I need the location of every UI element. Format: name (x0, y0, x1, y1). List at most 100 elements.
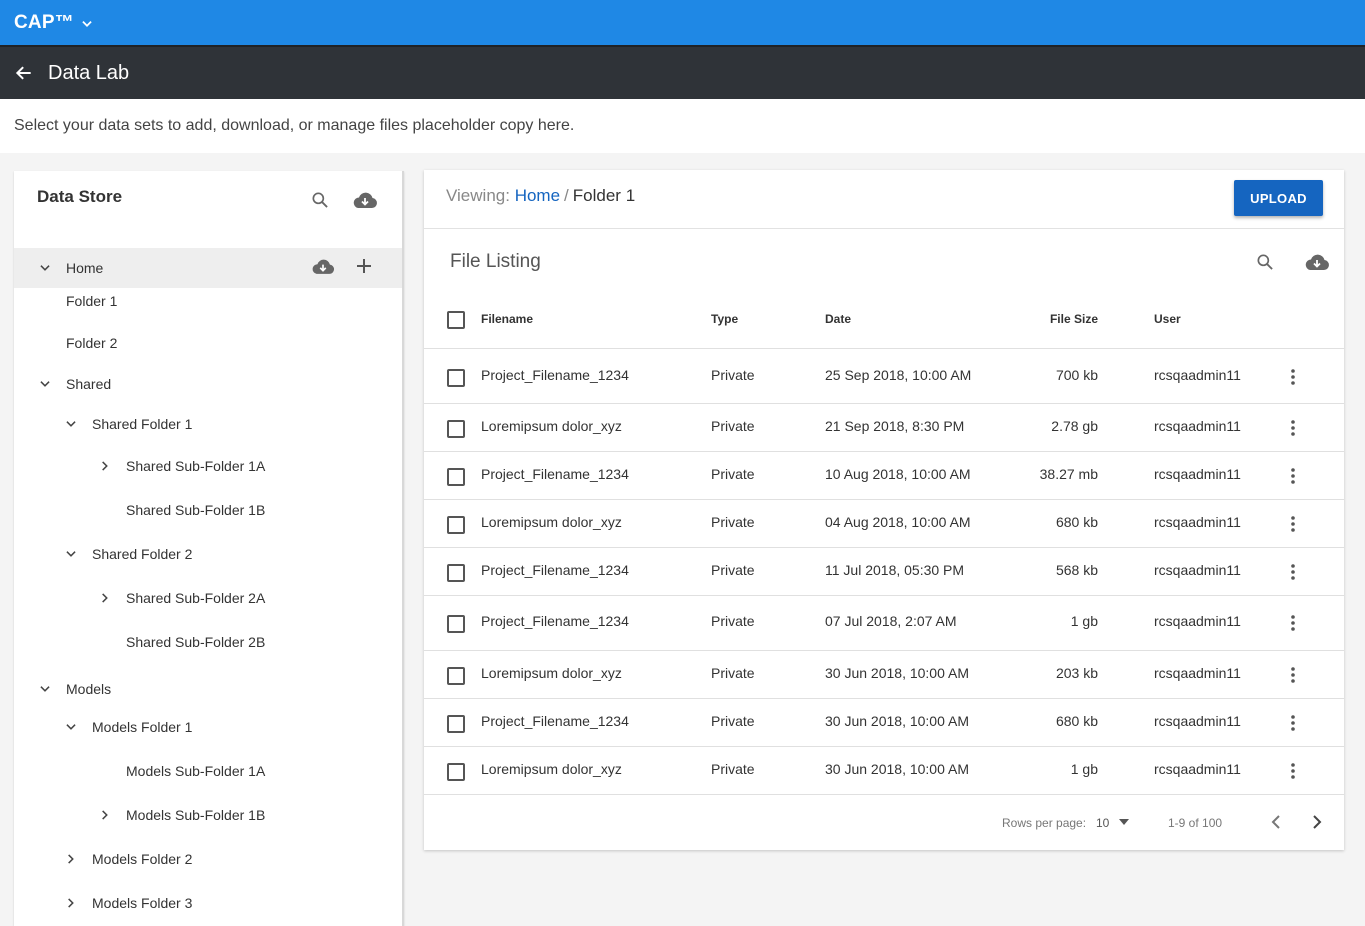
chevron-down-icon[interactable] (64, 720, 78, 734)
more-vert-icon[interactable] (1291, 763, 1295, 779)
tree-item-label: Models Sub-Folder 1A (126, 763, 266, 779)
rows-per-page-select[interactable]: 10 (1096, 816, 1109, 830)
more-vert-icon[interactable] (1291, 468, 1295, 484)
chevron-down-icon[interactable] (80, 17, 94, 31)
tree-item[interactable]: Models Folder 3 (14, 883, 402, 923)
cell-filename: Loremipsum dolor_xyz (481, 514, 622, 530)
tree-item[interactable]: Models Sub-Folder 1A (14, 751, 402, 791)
chevron-right-icon[interactable] (1310, 814, 1324, 830)
cell-file-size: 1 gb (1070, 613, 1098, 629)
chevron-right-icon[interactable] (98, 591, 112, 605)
select-all-checkbox[interactable] (447, 311, 465, 329)
row-checkbox[interactable] (447, 715, 465, 733)
tree-item[interactable]: Shared Sub-Folder 2B (14, 622, 402, 662)
tree-item[interactable]: Shared Sub-Folder 1A (14, 446, 402, 486)
tree-item[interactable]: Folder 1 (14, 281, 402, 321)
row-checkbox[interactable] (447, 667, 465, 685)
chevron-down-icon[interactable] (38, 261, 52, 275)
more-vert-icon[interactable] (1291, 369, 1295, 385)
row-checkbox[interactable] (447, 420, 465, 438)
cloud-download-icon[interactable] (1304, 252, 1330, 272)
cloud-download-icon[interactable] (352, 190, 378, 210)
cell-filename: Loremipsum dolor_xyz (481, 665, 622, 681)
tree-item[interactable]: Models Folder 1 (14, 707, 402, 747)
column-header-date[interactable]: Date (825, 312, 851, 326)
brand-name[interactable]: CAP™ (14, 12, 74, 34)
top-app-bar: CAP™ (0, 0, 1365, 45)
page-title: Data Lab (48, 61, 130, 84)
tree-item-label: Shared Sub-Folder 2B (126, 634, 266, 650)
cell-user: rcsqaadmin11 (1154, 713, 1241, 729)
more-vert-icon[interactable] (1291, 564, 1295, 580)
chevron-right-icon[interactable] (98, 459, 112, 473)
more-vert-icon[interactable] (1291, 715, 1295, 731)
chevron-down-icon[interactable] (38, 377, 52, 391)
row-divider (424, 403, 1344, 404)
more-vert-icon[interactable] (1291, 516, 1295, 532)
cell-filename: Project_Filename_1234 (481, 562, 629, 578)
cell-date: 04 Aug 2018, 10:00 AM (825, 514, 971, 530)
tree-item[interactable]: Models Sub-Folder 1B (14, 795, 402, 835)
data-store-title: Data Store (37, 187, 123, 206)
more-vert-icon[interactable] (1291, 667, 1295, 683)
tree-item[interactable]: Shared Sub-Folder 1B (14, 490, 402, 530)
row-checkbox[interactable] (447, 468, 465, 486)
cell-file-size: 203 kb (1055, 665, 1098, 681)
cell-type: Private (711, 367, 755, 383)
chevron-right-icon[interactable] (98, 808, 112, 822)
column-header-user[interactable]: User (1154, 312, 1181, 326)
tree-item[interactable]: Shared Sub-Folder 2A (14, 578, 402, 618)
tree-item-label: Shared Sub-Folder 2A (126, 590, 266, 606)
chevron-left-icon[interactable] (1269, 814, 1283, 830)
row-divider (424, 650, 1344, 651)
tree-item[interactable]: Shared (14, 364, 402, 404)
cell-date: 21 Sep 2018, 8:30 PM (825, 418, 965, 434)
cell-date: 30 Jun 2018, 10:00 AM (825, 761, 969, 777)
breadcrumb-home-link[interactable]: Home (515, 186, 560, 205)
tree-item[interactable]: Shared Folder 1 (14, 404, 402, 444)
cell-user: rcsqaadmin11 (1154, 367, 1241, 383)
cloud-download-icon[interactable] (311, 257, 335, 276)
more-vert-icon[interactable] (1291, 420, 1295, 436)
tree-item[interactable]: Models (14, 669, 402, 709)
chevron-down-icon[interactable] (38, 682, 52, 696)
cell-user: rcsqaadmin11 (1154, 665, 1241, 681)
search-icon[interactable] (310, 190, 330, 210)
tree-item[interactable]: Models Folder 2 (14, 839, 402, 879)
search-icon[interactable] (1255, 252, 1275, 272)
row-divider (424, 499, 1344, 500)
add-icon[interactable] (355, 257, 373, 275)
cell-date: 10 Aug 2018, 10:00 AM (825, 466, 971, 482)
row-checkbox[interactable] (447, 516, 465, 534)
cell-type: Private (711, 418, 755, 434)
chevron-down-icon[interactable] (64, 417, 78, 431)
caret-down-icon[interactable] (1118, 818, 1130, 826)
more-vert-icon[interactable] (1291, 615, 1295, 631)
back-arrow-icon[interactable] (14, 63, 34, 83)
chevron-right-icon[interactable] (64, 852, 78, 866)
tree-item[interactable]: Folder 2 (14, 323, 402, 363)
row-checkbox[interactable] (447, 369, 465, 387)
cell-user: rcsqaadmin11 (1154, 761, 1241, 777)
tree-item-label: Models Sub-Folder 1B (126, 807, 266, 823)
data-store-panel: Data Store Home Folder 1 Folder 2 Shared Sha… (14, 171, 404, 926)
column-header-filename[interactable]: Filename (481, 312, 533, 326)
tree-item[interactable]: Shared Folder 2 (14, 534, 402, 574)
column-header-type[interactable]: Type (711, 312, 738, 326)
row-checkbox[interactable] (447, 615, 465, 633)
chevron-down-icon[interactable] (64, 547, 78, 561)
row-checkbox[interactable] (447, 763, 465, 781)
upload-button[interactable]: UPLOAD (1234, 180, 1323, 216)
chevron-right-icon[interactable] (64, 896, 78, 910)
column-header-file-size[interactable]: File Size (978, 312, 1098, 326)
tree-item-label: Shared Sub-Folder 1B (126, 502, 266, 518)
cell-user: rcsqaadmin11 (1154, 514, 1241, 530)
tree-item-label: Shared Sub-Folder 1A (126, 458, 266, 474)
cell-date: 30 Jun 2018, 10:00 AM (825, 713, 969, 729)
cell-type: Private (711, 514, 755, 530)
cell-file-size: 700 kb (1055, 367, 1098, 383)
tree-item-label: Shared Folder 2 (92, 546, 193, 562)
breadcrumb-prefix: Viewing: (446, 186, 510, 205)
cell-filename: Project_Filename_1234 (481, 367, 629, 383)
row-checkbox[interactable] (447, 564, 465, 582)
